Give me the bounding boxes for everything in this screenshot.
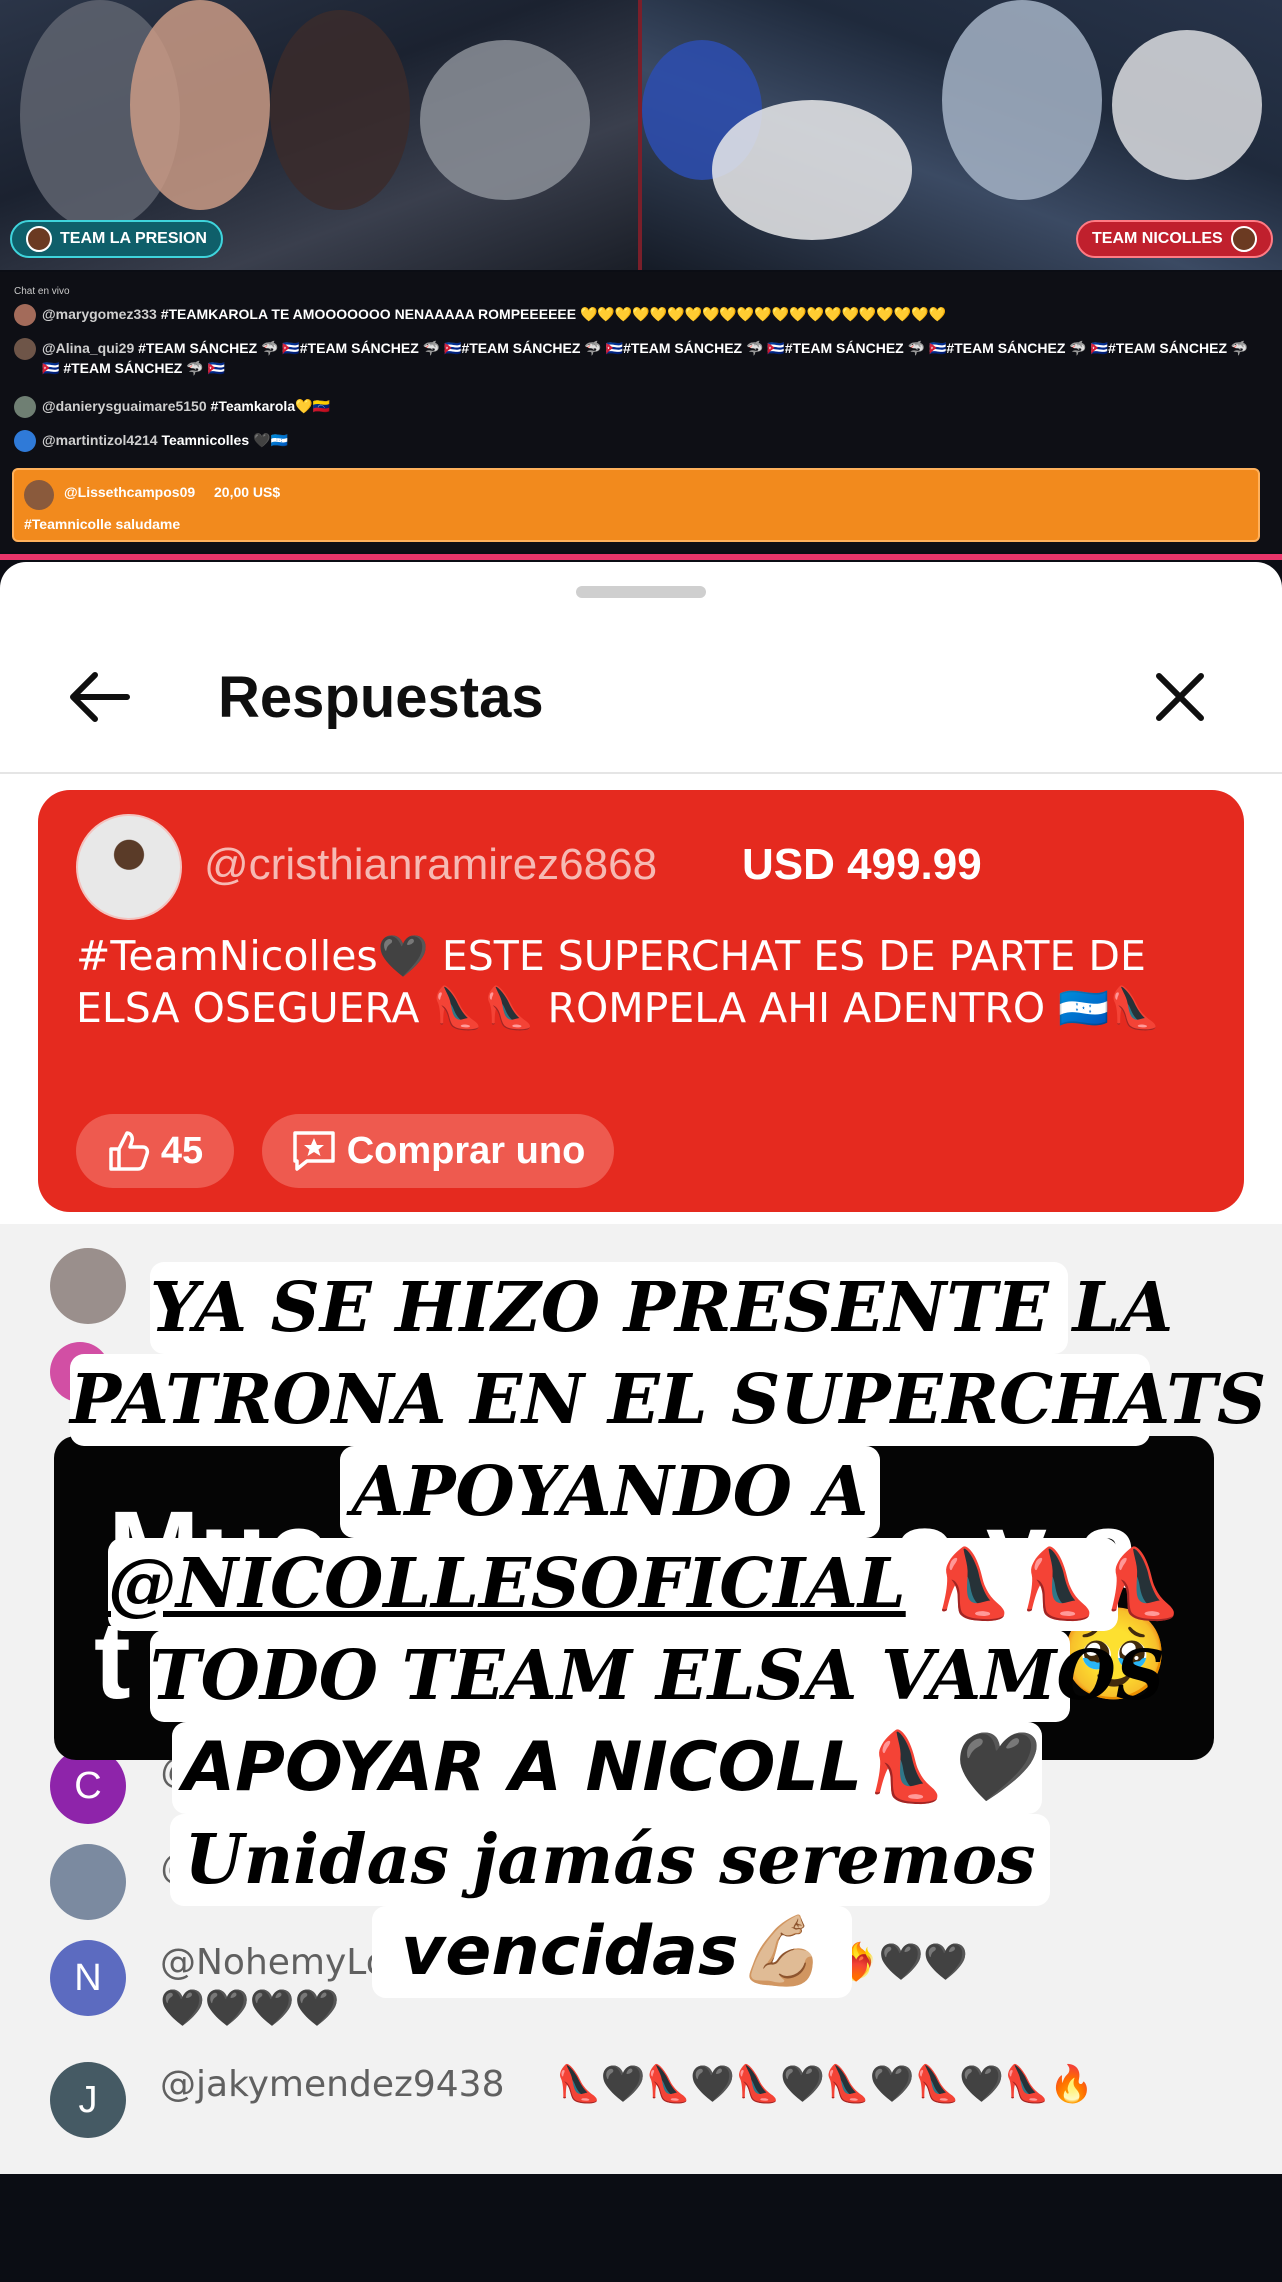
team-left-badge: TEAM LA PRESION	[10, 220, 223, 258]
chat-user: @martintizol4214	[42, 432, 158, 448]
superchat-message: #Teamnicolle saludame	[24, 516, 181, 532]
mention-link[interactable]: @NICOLLESOFICIAL	[108, 1544, 906, 1624]
buy-one-label: Comprar uno	[346, 1129, 586, 1172]
caption-line-4: @NICOLLESOFICIAL 👠👠👠	[108, 1538, 1183, 1631]
drag-handle[interactable]	[576, 586, 706, 598]
superchat-amount: 20,00 US$	[214, 484, 281, 500]
arrow-left-icon	[70, 672, 130, 722]
live-chat-panel: Chat en vivo @marygomez333 #TEAMKAROLA T…	[0, 272, 1282, 552]
header-divider	[0, 772, 1282, 774]
reply-emojis: 👠🖤👠🖤👠🖤👠🖤👠🖤👠🔥	[555, 2064, 1094, 2105]
chat-text: #Teamkarola💛🇻🇪	[210, 398, 330, 414]
superchat-icon	[292, 1131, 335, 1171]
chat-user: @marygomez333	[42, 306, 157, 322]
superchat-card: @cristhianramirez6868 USD 499.99 #TeamNi…	[38, 790, 1244, 1212]
caption-line-1: YA SE HIZO PRESENTE LA	[150, 1262, 1173, 1354]
avatar	[14, 430, 36, 452]
caption-line-7: Unidas jamás seremos	[170, 1814, 1050, 1906]
reply-text: @jakymendez9438 👠🖤👠🖤👠🖤👠🖤👠🖤👠🔥	[160, 2062, 1220, 2108]
back-button[interactable]	[60, 662, 140, 732]
caption-line-6: APOYAR A NICOLL👠🖤	[172, 1722, 1042, 1814]
avatar[interactable]	[76, 814, 182, 920]
like-button[interactable]: 45	[76, 1114, 234, 1188]
team-right-label: TEAM NICOLLES	[1092, 230, 1223, 247]
reply-username: @jakymendez9438	[160, 2064, 505, 2105]
team-right-badge: TEAM NICOLLES	[1076, 220, 1273, 258]
superchat-amount: USD 499.99	[742, 840, 982, 889]
avatar-initial: J	[78, 2078, 98, 2121]
like-count: 45	[160, 1129, 204, 1172]
caption-line-4-tail: 👠👠👠	[905, 1545, 1184, 1624]
superchat-message: #TeamNicolles🖤 ESTE SUPERCHAT ES DE PART…	[76, 932, 1161, 1032]
team-left-label: TEAM LA PRESION	[60, 230, 207, 247]
superchat-username[interactable]: @cristhianramirez6868	[204, 840, 657, 890]
progress-line	[0, 554, 1282, 560]
avatar	[14, 396, 36, 418]
caption-line-8: vencidas💪🏼	[372, 1906, 852, 1998]
caption-line-5: TODO TEAM ELSA VAMOS	[150, 1630, 1165, 1722]
chat-user: @Alina_qui29	[42, 340, 135, 356]
chat-text: #TEAMKAROLA TE AMOOOOOOO NENAAAAA ROMPEE…	[160, 306, 947, 322]
avatar	[14, 338, 36, 360]
buy-one-button[interactable]: Comprar uno	[262, 1114, 614, 1188]
team-right-avatar	[1230, 226, 1257, 252]
avatar: J	[50, 2062, 126, 2138]
live-chat-title: Chat en vivo	[14, 286, 70, 297]
avatar	[24, 480, 54, 510]
chat-message: @marygomez333 #TEAMKAROLA TE AMOOOOOOO N…	[14, 304, 1264, 326]
sheet-title: Respuestas	[218, 665, 544, 730]
chat-text: #TEAM SÁNCHEZ 🦈 🇨🇺#TEAM SÁNCHEZ 🦈 🇨🇺#TEA…	[42, 340, 1249, 376]
chat-message: @Alina_qui29 #TEAM SÁNCHEZ 🦈 🇨🇺#TEAM SÁN…	[14, 338, 1264, 378]
video-stream[interactable]: TEAM LA PRESION TEAM NICOLLES	[0, 0, 1282, 270]
list-item[interactable]: J @jakymendez9438 👠🖤👠🖤👠🖤👠🖤👠🖤👠🔥	[50, 2062, 1220, 2138]
chat-message: @danierysguaimare5150 #Teamkarola💛🇻🇪	[14, 396, 1264, 418]
superchat-user: @Lissethcampos09	[64, 484, 196, 500]
caption-line-2: PATRONA EN EL SUPERCHATS	[70, 1354, 1266, 1446]
chat-text: Teamnicolles 🖤🇭🇳	[161, 432, 288, 448]
chat-message: @martintizol4214 Teamnicolles 🖤🇭🇳	[14, 430, 1264, 452]
avatar	[14, 304, 36, 326]
thumbs-up-icon	[109, 1131, 149, 1171]
story-caption-overlay: YA SE HIZO PRESENTE LA PATRONA EN EL SUP…	[0, 1262, 1282, 2022]
chat-user: @danierysguaimare5150	[42, 398, 207, 414]
team-left-avatar	[26, 226, 52, 252]
close-button[interactable]	[1140, 662, 1220, 732]
live-superchat: @Lissethcampos09 20,00 US$ #Teamnicolle …	[12, 468, 1260, 542]
close-icon	[1156, 673, 1204, 721]
caption-line-3: APOYANDO A	[340, 1446, 880, 1538]
bottom-bar	[0, 2174, 1282, 2282]
